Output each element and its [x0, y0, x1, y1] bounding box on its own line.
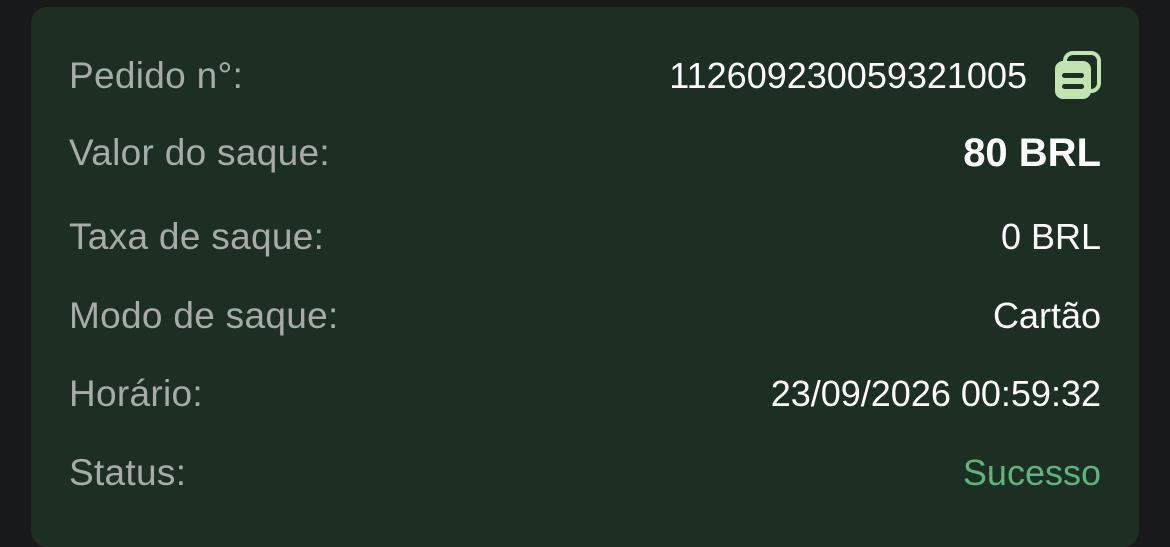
time-value: 23/09/2026 00:59:32 — [770, 373, 1101, 414]
amount-label: Valor do saque: — [69, 132, 330, 173]
fee-label: Taxa de saque: — [69, 216, 325, 257]
order-number-value: 112609230059321005 — [669, 55, 1027, 96]
order-number-row: Pedido n°: 112609230059321005 — [69, 46, 1101, 106]
fee-value: 0 BRL — [1000, 216, 1101, 257]
order-number-value-group: 112609230059321005 — [669, 51, 1101, 101]
copy-icon[interactable] — [1053, 51, 1101, 101]
order-number-label: Pedido n°: — [69, 55, 244, 96]
status-value: Sucesso — [962, 452, 1101, 493]
fee-row: Taxa de saque: 0 BRL — [69, 207, 1101, 267]
status-row: Status: Sucesso — [69, 443, 1101, 503]
withdrawal-details-card: Pedido n°: 112609230059321005 Valor do s… — [31, 7, 1139, 547]
amount-row: Valor do saque: 80 BRL — [69, 123, 1101, 183]
mode-value: Cartão — [992, 295, 1101, 336]
time-label: Horário: — [69, 373, 203, 414]
mode-row: Modo de saque: Cartão — [69, 286, 1101, 346]
amount-value: 80 BRL — [963, 130, 1101, 175]
status-label: Status: — [69, 452, 187, 493]
time-row: Horário: 23/09/2026 00:59:32 — [69, 364, 1101, 424]
mode-label: Modo de saque: — [69, 295, 339, 336]
